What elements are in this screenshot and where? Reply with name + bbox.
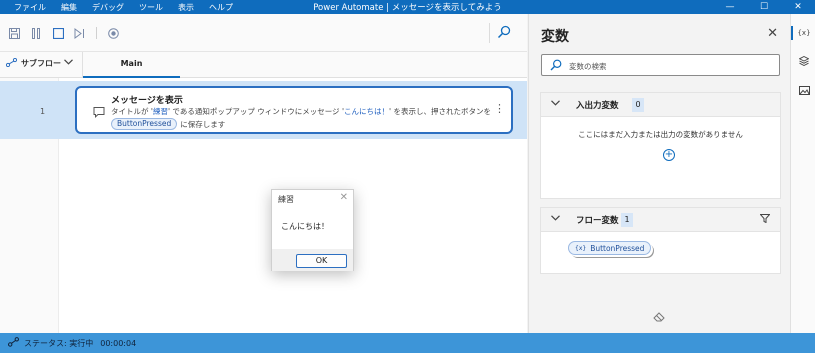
close-window-button[interactable]: ✕ xyxy=(781,0,815,14)
desc-message-value: こんにちは！ xyxy=(344,107,390,116)
search-icon xyxy=(550,59,562,71)
pause-icon[interactable] xyxy=(29,26,43,40)
menu-tools[interactable]: ツール xyxy=(139,2,163,13)
io-variables-count: 0 xyxy=(632,98,644,112)
desc-title-value: 練習 xyxy=(152,107,168,116)
variables-icon[interactable]: {x} xyxy=(797,26,811,40)
action-row[interactable]: 1 メッセージを表示 タイトルが '練習' である通知ポップアップ ウィンドウに… xyxy=(0,81,527,139)
flow-variable-name: ButtonPressed xyxy=(590,243,645,253)
io-variables-header[interactable]: 入出力変数 0 xyxy=(541,93,780,117)
dialog-body: こんにちは！ xyxy=(272,207,353,249)
maximize-button[interactable]: ☐ xyxy=(747,0,781,14)
io-variables-label: 入出力変数 xyxy=(576,101,619,111)
close-icon[interactable]: ✕ xyxy=(767,26,778,41)
tab-main[interactable]: Main xyxy=(83,52,180,78)
output-variable-pill[interactable]: ButtonPressed xyxy=(111,118,178,130)
action-description: タイトルが '練習' である通知ポップアップ ウィンドウにメッセージ 'こんにち… xyxy=(111,106,491,117)
menu-file[interactable]: ファイル xyxy=(14,2,46,13)
io-variables-empty-text: ここにはまだ入力または出力の変数がありません xyxy=(578,130,743,139)
more-options-icon[interactable]: ⋮ xyxy=(494,102,505,115)
variables-panel: 変数 ✕ 変数の検索 入出力変数 0 ここにはまだ入力または出力の変数がありませ… xyxy=(528,14,790,333)
flow-canvas: 1 メッセージを表示 タイトルが '練習' である通知ポップアップ ウィンドウに… xyxy=(0,78,527,333)
record-icon[interactable] xyxy=(106,26,120,40)
eraser-icon[interactable] xyxy=(653,312,665,325)
toolbar-separator xyxy=(96,27,97,39)
menu-help[interactable]: ヘルプ xyxy=(209,2,233,13)
status-elapsed-time: 00:00:04 xyxy=(100,338,137,348)
save-icon[interactable] xyxy=(7,26,21,40)
flow-variables-label: フロー変数 xyxy=(576,216,619,226)
ui-elements-icon[interactable] xyxy=(797,55,811,70)
flow-variables-header[interactable]: フロー変数 1 xyxy=(541,208,780,232)
desc-middle: ' である通知ポップアップ ウィンドウにメッセージ ' xyxy=(167,107,345,116)
desc-suffix: ' を表示し、押されたボタンを xyxy=(389,107,491,116)
status-label: ステータス: 実行中 xyxy=(24,338,94,348)
search-icon[interactable] xyxy=(497,25,513,41)
variables-panel-title: 変数 xyxy=(541,29,569,45)
message-icon xyxy=(93,106,105,118)
flow-variables-section: フロー変数 1 {x} ButtonPressed xyxy=(540,207,781,274)
dialog-title: 練習 xyxy=(278,195,294,204)
subflow-label: サブフロー xyxy=(21,59,61,68)
close-icon[interactable]: ✕ xyxy=(340,192,348,203)
dialog-footer: OK xyxy=(272,249,353,271)
ok-button[interactable]: OK xyxy=(296,254,347,268)
chevron-down-icon[interactable] xyxy=(64,58,73,68)
variable-search-input[interactable]: 変数の検索 xyxy=(541,54,780,76)
menu-debug[interactable]: デバッグ xyxy=(92,2,124,13)
io-variables-section: 入出力変数 0 ここにはまだ入力または出力の変数がありません + xyxy=(540,92,781,199)
images-icon[interactable] xyxy=(797,86,811,100)
chevron-down-icon[interactable] xyxy=(551,99,560,109)
message-dialog: 練習 ✕ こんにちは！ OK xyxy=(271,189,354,271)
title-bar: ファイル 編集 デバッグ ツール 表示 ヘルプ Power Automate |… xyxy=(0,0,815,14)
menu-bar: ファイル 編集 デバッグ ツール 表示 ヘルプ xyxy=(0,2,248,13)
stop-icon[interactable] xyxy=(51,26,65,40)
minimize-button[interactable]: — xyxy=(713,0,747,14)
subflow-tab-bar: サブフロー Main xyxy=(0,52,527,78)
desc-prefix: タイトルが ' xyxy=(111,107,153,116)
subflow-dropdown[interactable]: サブフロー xyxy=(5,57,61,69)
filter-icon[interactable] xyxy=(759,214,771,226)
menu-edit[interactable]: 編集 xyxy=(61,2,77,13)
menu-view[interactable]: 表示 xyxy=(178,2,194,13)
flow-variables-count: 1 xyxy=(621,213,633,227)
status-icon xyxy=(8,337,20,349)
status-bar: ステータス: 実行中 00:00:04 xyxy=(0,333,815,353)
search-placeholder: 変数の検索 xyxy=(569,62,607,71)
rail-active-indicator xyxy=(791,26,793,40)
toolbar-divider xyxy=(489,23,490,43)
side-rail: {x} xyxy=(790,14,815,333)
step-icon[interactable] xyxy=(72,26,86,40)
action-card-display-message[interactable]: メッセージを表示 タイトルが '練習' である通知ポップアップ ウィンドウにメッ… xyxy=(75,86,513,134)
add-variable-icon[interactable]: + xyxy=(663,149,675,161)
chevron-down-icon[interactable] xyxy=(551,214,560,224)
flow-variable-chip[interactable]: {x} ButtonPressed xyxy=(568,241,652,255)
action-title: メッセージを表示 xyxy=(111,96,183,106)
subflow-icon xyxy=(5,57,18,69)
desc-end: に保存します xyxy=(180,119,226,129)
action-description-line2: ButtonPressed に保存します xyxy=(111,118,225,130)
dialog-message: こんにちは！ xyxy=(281,222,329,231)
toolbar xyxy=(0,14,527,52)
variable-icon: {x} xyxy=(575,244,587,252)
window-controls: — ☐ ✕ xyxy=(713,0,815,14)
row-number: 1 xyxy=(40,107,46,116)
